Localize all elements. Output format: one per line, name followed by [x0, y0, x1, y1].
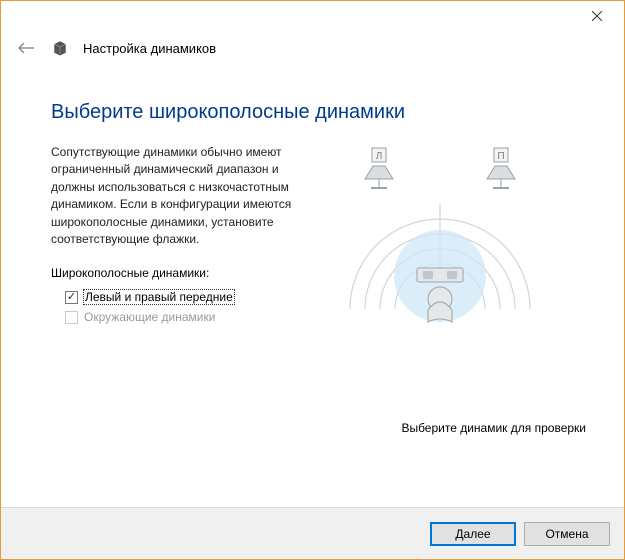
- checkbox-surround: Окружающие динамики: [65, 310, 301, 324]
- checkbox-surround-box: [65, 311, 78, 324]
- section-label: Широкополосные динамики:: [51, 266, 301, 280]
- right-speaker-icon[interactable]: П: [487, 148, 515, 188]
- back-arrow-icon: [17, 42, 35, 54]
- main-heading: Выберите широкополосные динамики: [51, 101, 586, 124]
- description-text: Сопутствующие динамики обычно имеют огра…: [51, 144, 301, 248]
- speaker-diagram-svg: Л П: [325, 144, 555, 354]
- header: Настройка динамиков: [1, 35, 624, 59]
- close-icon: [592, 11, 602, 21]
- titlebar: [1, 1, 624, 35]
- text-column: Сопутствующие динамики обычно имеют огра…: [51, 144, 301, 354]
- checkbox-surround-label: Окружающие динамики: [84, 310, 215, 324]
- checkbox-front-lr-box[interactable]: [65, 291, 78, 304]
- dialog-window: Настройка динамиков Выберите широкополос…: [0, 0, 625, 560]
- back-button[interactable]: [15, 37, 37, 59]
- checkbox-front-lr-label: Левый и правый передние: [84, 290, 234, 304]
- next-button[interactable]: Далее: [430, 522, 516, 546]
- checkbox-front-lr[interactable]: Левый и правый передние: [65, 290, 301, 304]
- cancel-button[interactable]: Отмена: [524, 522, 610, 546]
- right-speaker-letter: П: [497, 151, 504, 162]
- body-row: Сопутствующие динамики обычно имеют огра…: [51, 144, 586, 354]
- speaker-diagram: Л П: [325, 144, 586, 354]
- speaker-cube-icon: [51, 39, 69, 57]
- content-area: Выберите широкополосные динамики Сопутст…: [1, 59, 624, 507]
- hint-text: Выберите динамик для проверки: [401, 421, 586, 435]
- left-speaker-letter: Л: [376, 151, 383, 162]
- page-title: Настройка динамиков: [83, 41, 216, 56]
- close-button[interactable]: [574, 1, 620, 31]
- left-speaker-icon[interactable]: Л: [365, 148, 393, 188]
- footer: Далее Отмена: [1, 507, 624, 559]
